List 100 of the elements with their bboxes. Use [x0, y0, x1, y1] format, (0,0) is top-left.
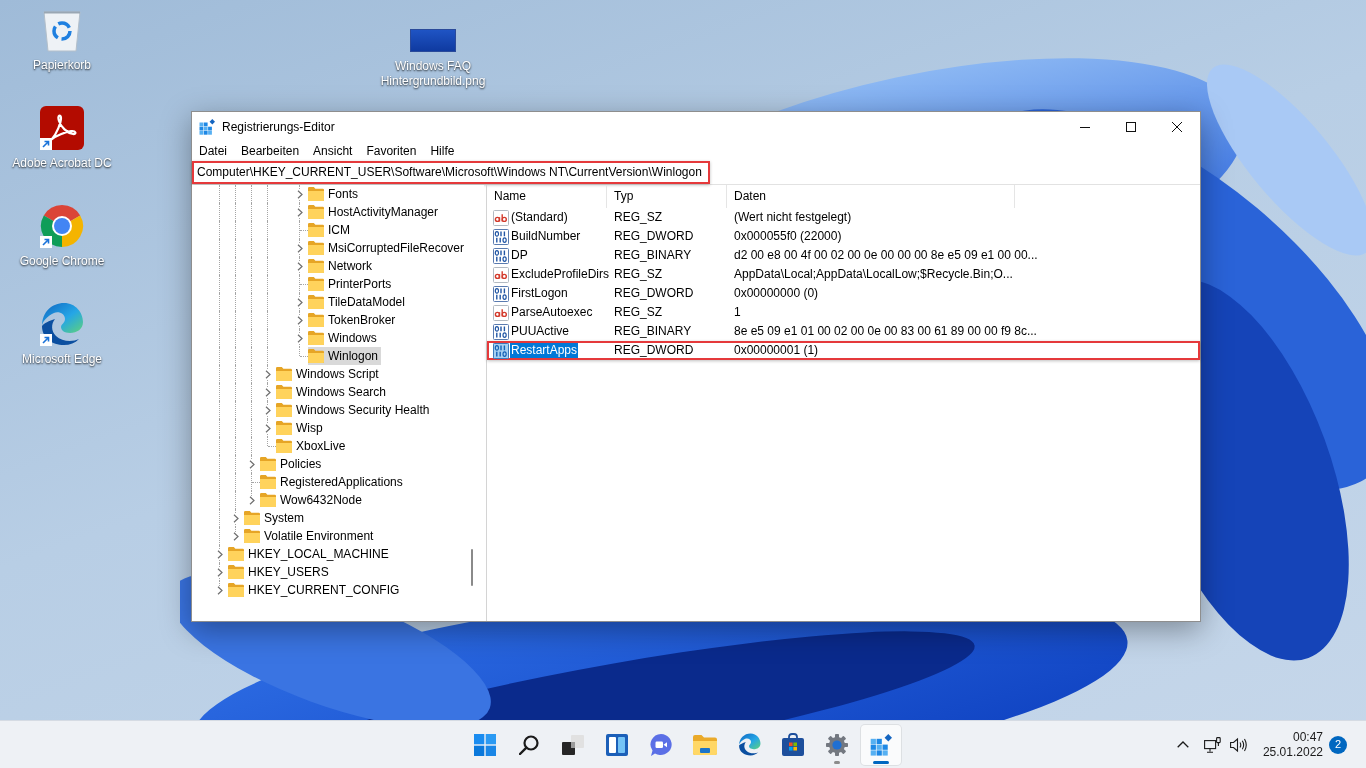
value-name: BuildNumber — [510, 229, 582, 244]
value-name: (Standard) — [510, 210, 569, 225]
clock-date[interactable]: 25.01.2022 — [1262, 744, 1323, 760]
value-type: REG_DWORD — [613, 229, 695, 244]
chevron-right-icon[interactable] — [248, 459, 256, 469]
chevron-right-icon[interactable] — [264, 405, 272, 415]
value-data: d2 00 e8 00 4f 00 02 00 0e 00 00 00 8e e5 09 e1 00 00... — [733, 248, 1038, 263]
folder-icon — [308, 295, 324, 309]
value-data: 0x00000000 (0) — [733, 286, 819, 301]
value-row[interactable]: DP REG_BINARY d2 00 e8 00 4f 00 02 00 0e 00 00 00 8e e5 09 e1 00 00... — [487, 246, 1200, 265]
chevron-right-icon[interactable] — [296, 207, 304, 217]
tree-item[interactable]: MsiCorruptedFileRecover — [308, 239, 468, 257]
folder-icon — [308, 349, 324, 363]
pdf-logo-icon[interactable] — [40, 106, 84, 150]
value-type: REG_BINARY — [613, 324, 693, 339]
value-row[interactable]: FirstLogon REG_DWORD 0x00000000 (0) — [487, 284, 1200, 303]
folder-icon — [260, 493, 276, 507]
chevron-right-icon[interactable] — [216, 585, 224, 595]
value-data: 1 — [733, 305, 741, 320]
tree-item[interactable]: Wisp — [276, 419, 326, 437]
tree-item[interactable]: PrinterPorts — [308, 275, 395, 293]
tree-item[interactable]: Volatile Environment — [244, 527, 377, 545]
chevron-right-icon[interactable] — [232, 531, 240, 541]
string-value-icon — [493, 304, 509, 321]
folder-icon — [308, 259, 324, 273]
tree-item[interactable]: System — [244, 509, 307, 527]
tree-item[interactable]: Wow6432Node — [260, 491, 365, 509]
gear-icon — [826, 733, 848, 756]
circle-logo-icon[interactable] — [40, 204, 84, 248]
tree-item[interactable]: HostActivityManager — [308, 203, 442, 221]
value-row[interactable]: PUUActive REG_BINARY 8e e5 09 e1 01 00 02 00 0e 00 83 00 61 89 00 00 f9 8c... — [487, 322, 1200, 341]
tree-item[interactable]: Windows Script — [276, 365, 382, 383]
tree-item[interactable]: Fonts — [308, 185, 361, 203]
value-type: REG_SZ — [613, 305, 663, 320]
column-header[interactable]: Name — [487, 185, 607, 208]
value-row[interactable]: ExcludeProfileDirs REG_SZ AppData\Local;AppData\LocalLow;$Recycle.Bin;O... — [487, 265, 1200, 284]
notification-badge[interactable]: 2 — [1329, 735, 1347, 754]
chevron-right-icon[interactable] — [216, 567, 224, 577]
chevron-right-icon[interactable] — [264, 369, 272, 379]
binary-value-icon — [493, 285, 509, 302]
folder-icon — [260, 475, 276, 489]
chevron-right-icon[interactable] — [296, 243, 304, 253]
menu-item[interactable]: Ansicht — [306, 142, 360, 161]
binary-value-icon — [493, 228, 509, 245]
taskbar-app-button[interactable] — [861, 724, 901, 765]
value-row[interactable]: (Standard) REG_SZ (Wert nicht festgelegt) — [487, 208, 1200, 227]
image-thumbnail[interactable] — [410, 29, 456, 52]
chevron-right-icon[interactable] — [264, 423, 272, 433]
speaker-icon[interactable] — [1229, 736, 1247, 753]
value-name: PUUActive — [510, 324, 570, 339]
chevron-right-icon[interactable] — [296, 261, 304, 271]
chevron-right-icon[interactable] — [296, 297, 304, 307]
recycle-bin-icon[interactable] — [42, 8, 82, 52]
tree-item[interactable]: XboxLive — [276, 437, 349, 455]
tree-item[interactable]: Winlogon — [308, 347, 382, 365]
chevron-right-icon[interactable] — [264, 387, 272, 397]
value-type: REG_DWORD — [613, 286, 695, 301]
scrollbar-thumb[interactable] — [471, 549, 473, 586]
column-header[interactable]: Typ — [607, 185, 727, 208]
value-data: 8e e5 09 e1 01 00 02 00 0e 00 83 00 61 89 00 00 f9 8c... — [733, 324, 1037, 339]
tree-item[interactable]: Windows — [308, 329, 380, 347]
tree-item[interactable]: Network — [308, 257, 375, 275]
chevron-right-icon[interactable] — [296, 315, 304, 325]
tree-item[interactable]: Windows Security Health — [276, 401, 433, 419]
value-type: REG_SZ — [613, 267, 663, 282]
menu-item[interactable]: Hilfe — [423, 142, 462, 161]
tree-item[interactable]: ICM — [308, 221, 353, 239]
string-value-icon — [493, 266, 509, 283]
network-icon[interactable] — [1203, 736, 1221, 753]
chevron-right-icon[interactable] — [216, 549, 224, 559]
clock-time[interactable]: 00:47 — [1292, 729, 1323, 745]
chevron-right-icon[interactable] — [296, 189, 304, 199]
tree-item[interactable]: HKEY_LOCAL_MACHINE — [228, 545, 392, 563]
value-row[interactable]: ParseAutoexec REG_SZ 1 — [487, 303, 1200, 322]
folder-icon — [308, 277, 324, 291]
tree-item[interactable]: HKEY_USERS — [228, 563, 332, 581]
address-field[interactable]: Computer\HKEY_CURRENT_USER\Software\Microsoft\Windows NT\CurrentVersion\Winlogon — [192, 161, 710, 184]
tree-item[interactable]: RegisteredApplications — [260, 473, 406, 491]
column-header[interactable]: Daten — [727, 185, 1015, 208]
tree-item[interactable]: HKEY_CURRENT_CONFIG — [228, 581, 403, 599]
value-row[interactable]: BuildNumber REG_DWORD 0x000055f0 (22000) — [487, 227, 1200, 246]
wave-logo-icon[interactable] — [40, 302, 84, 346]
chevron-right-icon[interactable] — [296, 333, 304, 343]
folder-icon — [308, 205, 324, 219]
menu-item[interactable]: Datei — [192, 142, 234, 161]
tree-item[interactable]: TileDataModel — [308, 293, 408, 311]
folder-icon — [228, 583, 244, 597]
menu-item[interactable]: Bearbeiten — [234, 142, 307, 161]
menu-item[interactable]: Favoriten — [359, 142, 424, 161]
folder-icon — [308, 223, 324, 237]
folder-icon — [276, 367, 292, 381]
folder-icon — [693, 734, 717, 755]
chevron-right-icon[interactable] — [232, 513, 240, 523]
value-row[interactable]: RestartApps REG_DWORD 0x00000001 (1) — [487, 341, 1200, 360]
value-data: 0x000055f0 (22000) — [733, 229, 842, 244]
tree-item[interactable]: Windows Search — [276, 383, 390, 401]
tree-item[interactable]: TokenBroker — [308, 311, 399, 329]
value-data: AppData\Local;AppData\LocalLow;$Recycle.Bin;O... — [733, 267, 1013, 282]
chevron-right-icon[interactable] — [248, 495, 256, 505]
tree-item[interactable]: Policies — [260, 455, 325, 473]
